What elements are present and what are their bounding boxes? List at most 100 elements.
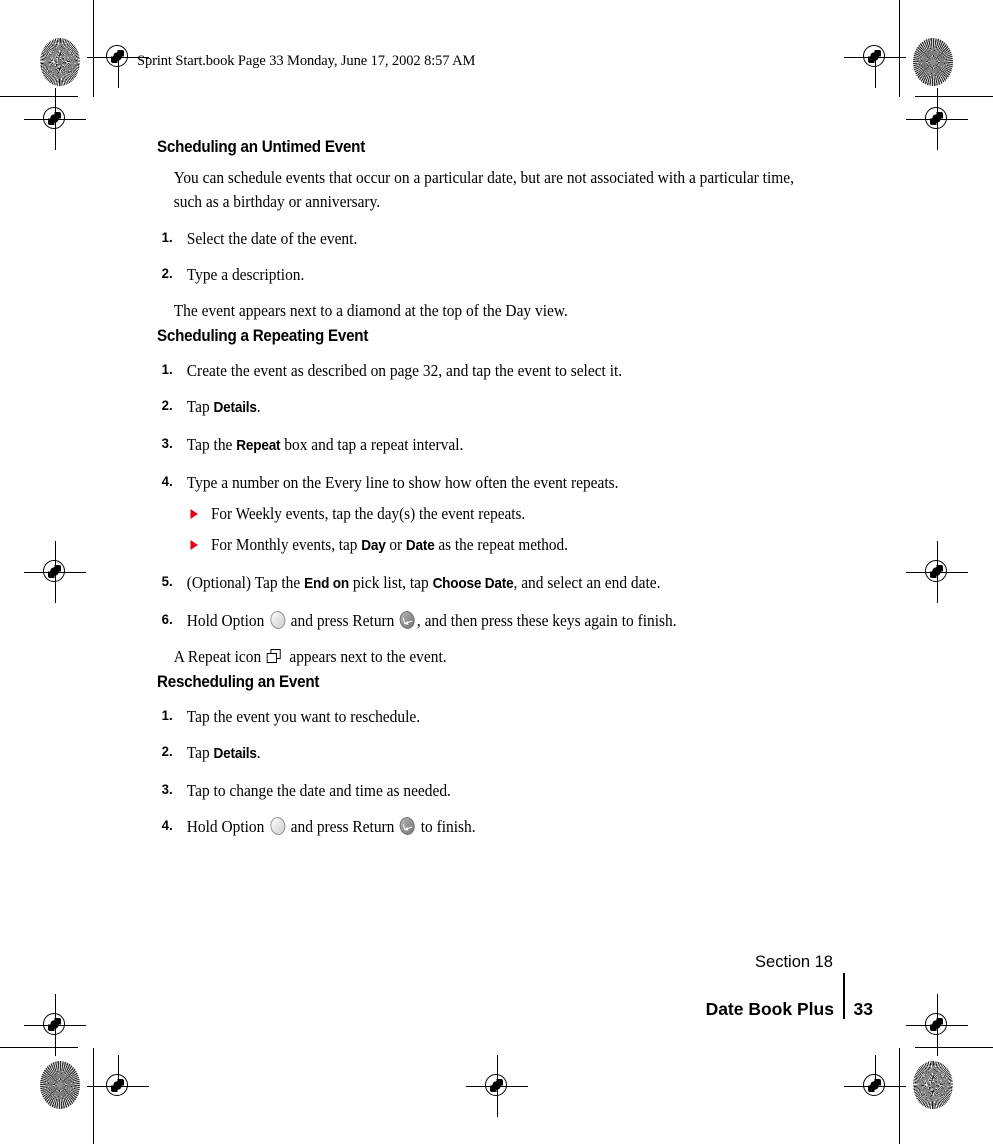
sub-bullet-text-mid: or	[385, 535, 406, 554]
footer-section-label: Section 18	[755, 953, 833, 971]
ui-term-details: Details	[213, 400, 257, 416]
step-number: 4.	[161, 818, 173, 834]
step-text-pre: Tap	[186, 743, 214, 762]
footer-page-number: 33	[853, 999, 873, 1019]
step-number: 4.	[161, 474, 173, 490]
step-number: 2.	[161, 266, 173, 282]
trim-line-horizontal-top-right	[915, 96, 993, 98]
list-item: 2. Tap Details.	[157, 395, 808, 420]
trim-line-vertical-right-lower	[899, 1048, 901, 1144]
repeat-icon	[266, 649, 283, 664]
heading-scheduling-untimed-event: Scheduling an Untimed Event	[157, 138, 366, 156]
trim-line-horizontal-top-left	[0, 96, 78, 98]
registration-crosshair-icon	[906, 994, 968, 1056]
return-key-icon	[398, 815, 418, 837]
step-text-pre: Tap	[186, 397, 214, 416]
step-number: 2.	[161, 398, 173, 414]
closing-text-pre: A Repeat icon	[173, 647, 266, 666]
list-item: 6. Hold Option and press Return , and th…	[157, 609, 808, 632]
list-item: 4. Type a number on the Every line to sh…	[157, 471, 808, 558]
step-text-pre: Tap the	[186, 435, 237, 454]
trim-line-horizontal-bottom-left	[0, 1047, 78, 1049]
red-triangle-bullet-icon	[190, 509, 198, 519]
step-list-repeating-event: 1. Create the event as described on page…	[157, 359, 857, 632]
list-item: 1. Create the event as described on page…	[157, 359, 808, 382]
footer-bottom-row: Date Book Plus 33	[706, 973, 873, 1020]
step-number: 1.	[161, 708, 173, 724]
running-header-text: Sprint Start.book Page 33 Monday, June 1…	[137, 53, 476, 69]
step-text-post: .	[256, 743, 261, 762]
step-text-post: , and then press these keys again to fin…	[416, 611, 677, 630]
step-number: 3.	[161, 436, 173, 452]
print-rosette-target-icon	[40, 1061, 80, 1109]
registration-crosshair-icon	[906, 541, 968, 603]
ui-term-day: Day	[361, 538, 386, 554]
sub-bullet-text: For Weekly events, tap the day(s) the ev…	[210, 504, 526, 523]
step-text-mid: and press Return	[286, 611, 399, 630]
registration-crosshair-icon	[466, 1055, 528, 1117]
closing-paragraph-untimed: The event appears next to a diamond at t…	[173, 301, 568, 320]
list-item: 1. Select the date of the event.	[157, 227, 808, 250]
closing-paragraph-repeat-icon: A Repeat icon appears next to the event.	[157, 645, 808, 669]
step-text-pre: Hold Option	[186, 817, 269, 836]
registration-crosshair-icon	[906, 88, 968, 150]
closing-text-post: appears next to the event.	[285, 647, 447, 666]
ui-term-end-on: End on	[304, 576, 349, 592]
list-item: 5. (Optional) Tap the End on pick list, …	[157, 571, 808, 596]
registration-crosshair-icon	[24, 994, 86, 1056]
footer-book-title: Date Book Plus	[705, 999, 834, 1019]
step-text: Create the event as described on page 32…	[186, 361, 623, 380]
step-text: Type a number on the Every line to show …	[186, 473, 619, 492]
list-item: 1. Tap the event you want to reschedule.	[157, 705, 808, 728]
step-text: Type a description.	[186, 265, 305, 284]
sub-bullet-list: For Weekly events, tap the day(s) the ev…	[187, 502, 808, 558]
ui-term-details: Details	[213, 746, 257, 762]
step-text-post: , and select an end date.	[513, 573, 661, 592]
step-text-post: to finish.	[416, 817, 476, 836]
list-item: 2. Type a description.	[157, 263, 808, 286]
red-triangle-bullet-icon	[190, 540, 198, 550]
sub-bullet-text-post: as the repeat method.	[434, 535, 568, 554]
registration-crosshair-icon	[24, 541, 86, 603]
registration-crosshair-icon	[24, 88, 86, 150]
step-number: 5.	[161, 574, 173, 590]
step-text-mid: and press Return	[286, 817, 399, 836]
return-key-icon	[398, 609, 418, 631]
trim-line-vertical-left-lower	[93, 1048, 95, 1144]
option-key-icon	[268, 609, 287, 631]
trim-line-horizontal-bottom-right	[915, 1047, 993, 1049]
trim-line-vertical-left	[93, 0, 95, 97]
print-rosette-target-icon	[913, 1061, 953, 1109]
list-item: 3. Tap to change the date and time as ne…	[157, 779, 808, 802]
step-number: 3.	[161, 782, 173, 798]
step-number: 1.	[161, 362, 173, 378]
ui-term-choose-date: Choose Date	[432, 576, 514, 592]
step-text: Select the date of the event.	[186, 229, 358, 248]
step-number: 6.	[161, 612, 173, 628]
registration-crosshair-icon	[844, 26, 906, 88]
registration-crosshair-icon	[87, 1055, 149, 1117]
intro-paragraph: You can schedule events that occur on a …	[173, 168, 794, 211]
print-rosette-target-icon	[913, 38, 953, 86]
print-rosette-target-icon	[40, 38, 80, 86]
list-item: 4. Hold Option and press Return to finis…	[157, 815, 808, 838]
step-text: Tap the event you want to reschedule.	[186, 707, 421, 726]
list-item: For Weekly events, tap the day(s) the ev…	[187, 502, 808, 525]
heading-scheduling-repeating-event: Scheduling a Repeating Event	[157, 327, 369, 345]
option-key-icon	[268, 815, 287, 837]
step-text-pre: (Optional) Tap the	[186, 573, 305, 592]
page-footer: Section 18 Date Book Plus 33	[706, 952, 873, 1020]
trim-line-vertical-right	[899, 0, 901, 97]
step-text-mid: pick list, tap	[348, 573, 433, 592]
step-text-post: box and tap a repeat interval.	[280, 435, 464, 454]
sub-bullet-text-pre: For Monthly events, tap	[210, 535, 362, 554]
ui-term-date: Date	[405, 538, 435, 554]
step-number: 1.	[161, 230, 173, 246]
step-text-pre: Hold Option	[186, 611, 269, 630]
registration-crosshair-icon	[844, 1055, 906, 1117]
step-number: 2.	[161, 744, 173, 760]
page-canvas: Sprint Start.book Page 33 Monday, June 1…	[0, 0, 993, 1144]
step-list-rescheduling-event: 1. Tap the event you want to reschedule.…	[157, 705, 857, 838]
page-content: Scheduling an Untimed Event You can sche…	[157, 138, 857, 838]
step-text-post: .	[256, 397, 261, 416]
